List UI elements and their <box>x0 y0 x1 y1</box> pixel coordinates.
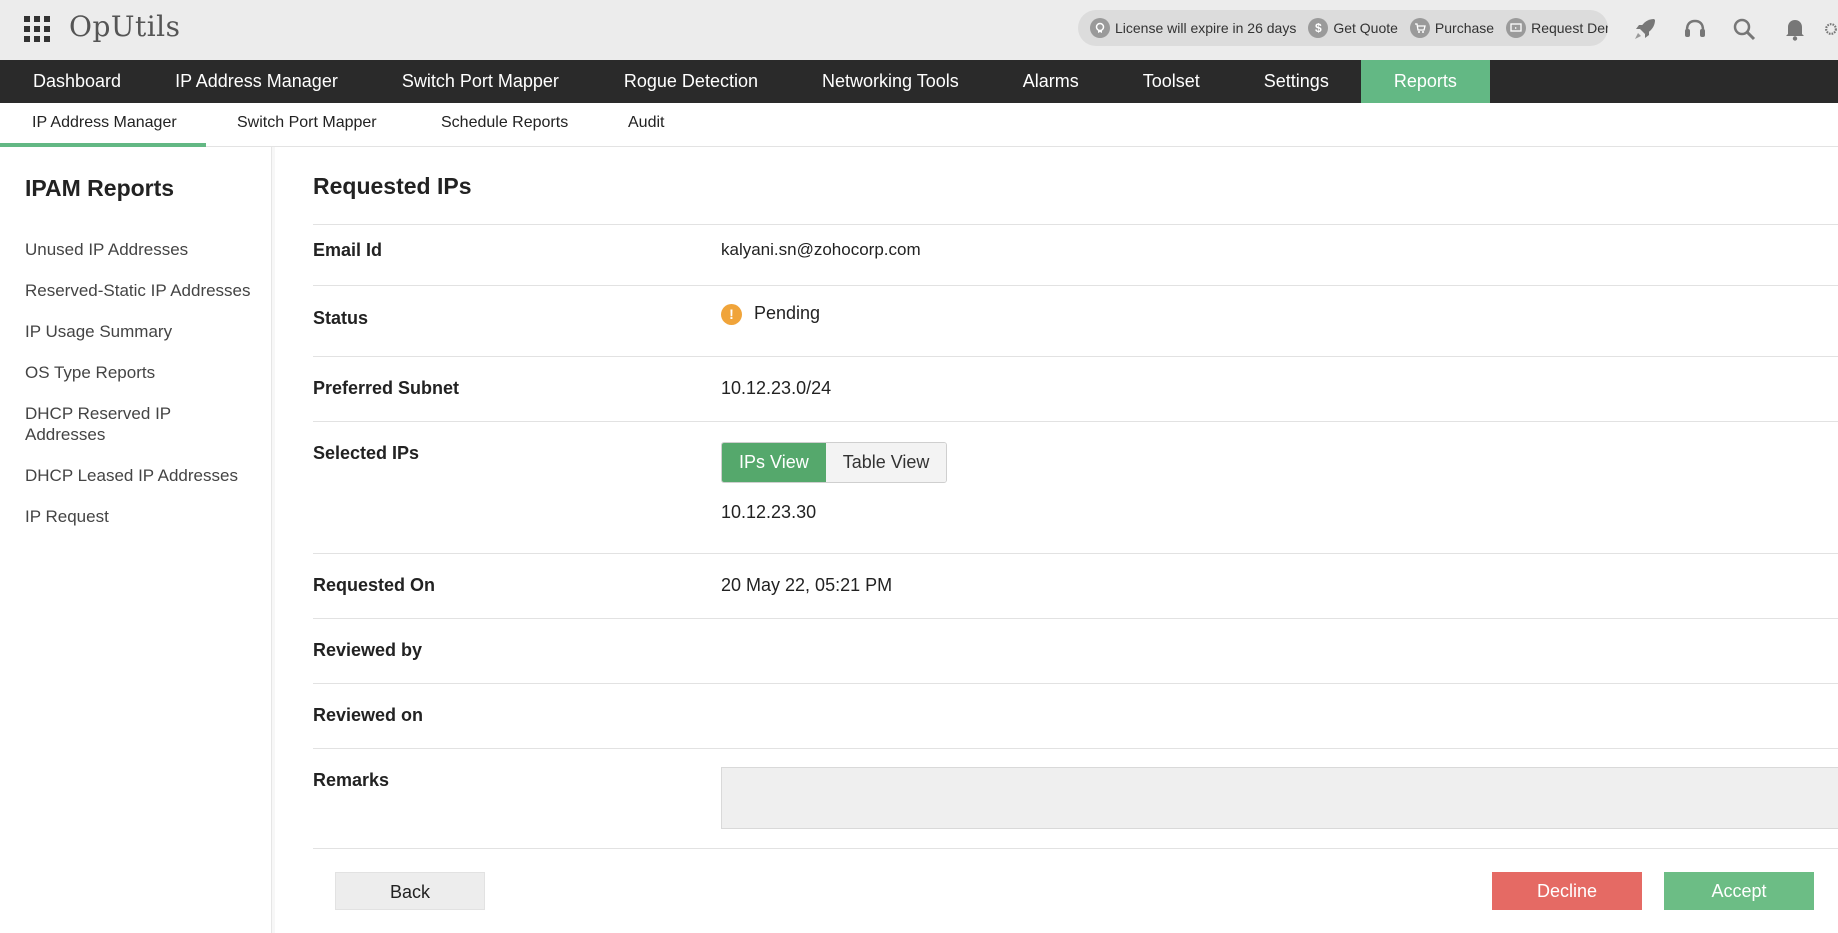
remarks-row: Remarks <box>313 748 1838 849</box>
selected-ips-label: Selected IPs <box>313 443 420 463</box>
nav-alarms[interactable]: Alarms <box>991 60 1111 103</box>
ips-view-button[interactable]: IPs View <box>722 443 826 482</box>
nav-ip-address-manager[interactable]: IP Address Manager <box>154 60 370 103</box>
reviewed-on-label: Reviewed on <box>313 705 424 725</box>
requested-on-row: Requested On 20 May 22, 05:21 PM <box>313 553 1838 618</box>
license-text: License will expire in 26 days <box>1115 20 1297 36</box>
remarks-field[interactable] <box>721 767 1838 829</box>
status-value-wrap: ! Pending <box>721 303 820 325</box>
subnet-value: 10.12.23.0/24 <box>721 378 832 398</box>
request-demo-label: Request Demo <box>1531 20 1608 36</box>
warning-icon: ! <box>721 303 742 325</box>
sidebar-item-dhcp-leased-ip[interactable]: DHCP Leased IP Addresses <box>25 465 265 486</box>
nav-switch-port-mapper[interactable]: Switch Port Mapper <box>370 60 592 103</box>
back-button[interactable]: Back <box>335 872 485 910</box>
sub-nav: IP Address Manager Switch Port Mapper Sc… <box>0 103 1838 147</box>
sidebar: IPAM Reports Unused IP Addresses Reserve… <box>0 147 272 933</box>
selected-ips-row: Selected IPs IPs View Table View 10.12.2… <box>313 421 1838 553</box>
rocket-icon[interactable] <box>1630 14 1660 44</box>
sidebar-item-reserved-static-ip[interactable]: Reserved-Static IP Addresses <box>25 280 265 301</box>
subnav-ip-address-manager[interactable]: IP Address Manager <box>32 103 177 147</box>
sidebar-list: Unused IP Addresses Reserved-Static IP A… <box>25 239 265 547</box>
view-toggle: IPs View Table View <box>721 442 948 483</box>
remarks-label: Remarks <box>313 770 390 790</box>
get-quote-link[interactable]: $ Get Quote <box>1308 18 1398 38</box>
sidebar-item-dhcp-reserved-ip[interactable]: DHCP Reserved IP Addresses <box>25 403 185 445</box>
table-view-button[interactable]: Table View <box>825 443 947 482</box>
license-bar: License will expire in 26 days $ Get Quo… <box>1078 10 1608 46</box>
nav-dashboard[interactable]: Dashboard <box>0 60 154 103</box>
get-quote-label: Get Quote <box>1333 20 1398 36</box>
nav-networking-tools[interactable]: Networking Tools <box>790 60 991 103</box>
request-demo-link[interactable]: Request Demo <box>1506 18 1608 38</box>
nav-reports[interactable]: Reports <box>1360 60 1490 103</box>
license-status[interactable]: License will expire in 26 days <box>1090 18 1296 38</box>
dollar-icon: $ <box>1308 18 1329 38</box>
subnav-schedule-reports[interactable]: Schedule Reports <box>441 103 568 147</box>
subnav-switch-port-mapper[interactable]: Switch Port Mapper <box>237 103 377 147</box>
license-icon <box>1090 18 1110 38</box>
sidebar-item-os-type-reports[interactable]: OS Type Reports <box>25 362 265 383</box>
email-row: Email Id kalyani.sn@zohocorp.com <box>313 224 1838 285</box>
sidebar-title: IPAM Reports <box>25 175 175 201</box>
subnet-row: Preferred Subnet 10.12.23.0/24 <box>313 356 1838 421</box>
decline-button[interactable]: Decline <box>1492 872 1642 910</box>
top-header: OpUtils License will expire in 26 days $… <box>0 0 1838 60</box>
app-logo[interactable]: OpUtils <box>69 10 181 43</box>
purchase-link[interactable]: Purchase <box>1409 18 1495 38</box>
status-value: Pending <box>754 303 821 323</box>
search-icon[interactable] <box>1729 14 1759 44</box>
request-detail-panel: Requested IPs Email Id kalyani.sn@zohoco… <box>275 147 1838 933</box>
sidebar-item-unused-ip[interactable]: Unused IP Addresses <box>25 239 265 260</box>
requested-on-value: 20 May 22, 05:21 PM <box>721 575 893 595</box>
email-value: kalyani.sn@zohocorp.com <box>721 240 921 259</box>
nav-toolset[interactable]: Toolset <box>1111 60 1232 103</box>
nav-settings[interactable]: Settings <box>1232 60 1361 103</box>
email-label: Email Id <box>313 240 383 260</box>
accept-button[interactable]: Accept <box>1664 872 1814 910</box>
bell-icon[interactable] <box>1780 14 1810 44</box>
nav-rogue-detection[interactable]: Rogue Detection <box>592 60 790 103</box>
reviewed-by-label: Reviewed by <box>313 640 423 660</box>
subnet-label: Preferred Subnet <box>313 378 460 398</box>
main-nav: Dashboard IP Address Manager Switch Port… <box>0 60 1838 103</box>
cart-icon <box>1409 18 1430 38</box>
subnav-audit[interactable]: Audit <box>628 103 664 147</box>
status-label: Status <box>313 308 369 328</box>
requested-on-label: Requested On <box>313 575 436 595</box>
monitor-icon <box>1506 18 1527 38</box>
reviewed-on-row: Reviewed on <box>313 683 1838 748</box>
purchase-label: Purchase <box>1434 20 1495 36</box>
sidebar-item-ip-request[interactable]: IP Request <box>25 506 265 527</box>
status-row: Status ! Pending <box>313 285 1838 356</box>
reviewed-by-row: Reviewed by <box>313 618 1838 683</box>
gear-icon[interactable] <box>1824 14 1838 44</box>
selected-ip-value: 10.12.23.30 <box>721 502 817 522</box>
apps-grid-icon[interactable] <box>24 16 50 42</box>
page-title: Requested IPs <box>313 173 472 199</box>
sidebar-item-ip-usage-summary[interactable]: IP Usage Summary <box>25 321 265 342</box>
headset-icon[interactable] <box>1680 14 1710 44</box>
